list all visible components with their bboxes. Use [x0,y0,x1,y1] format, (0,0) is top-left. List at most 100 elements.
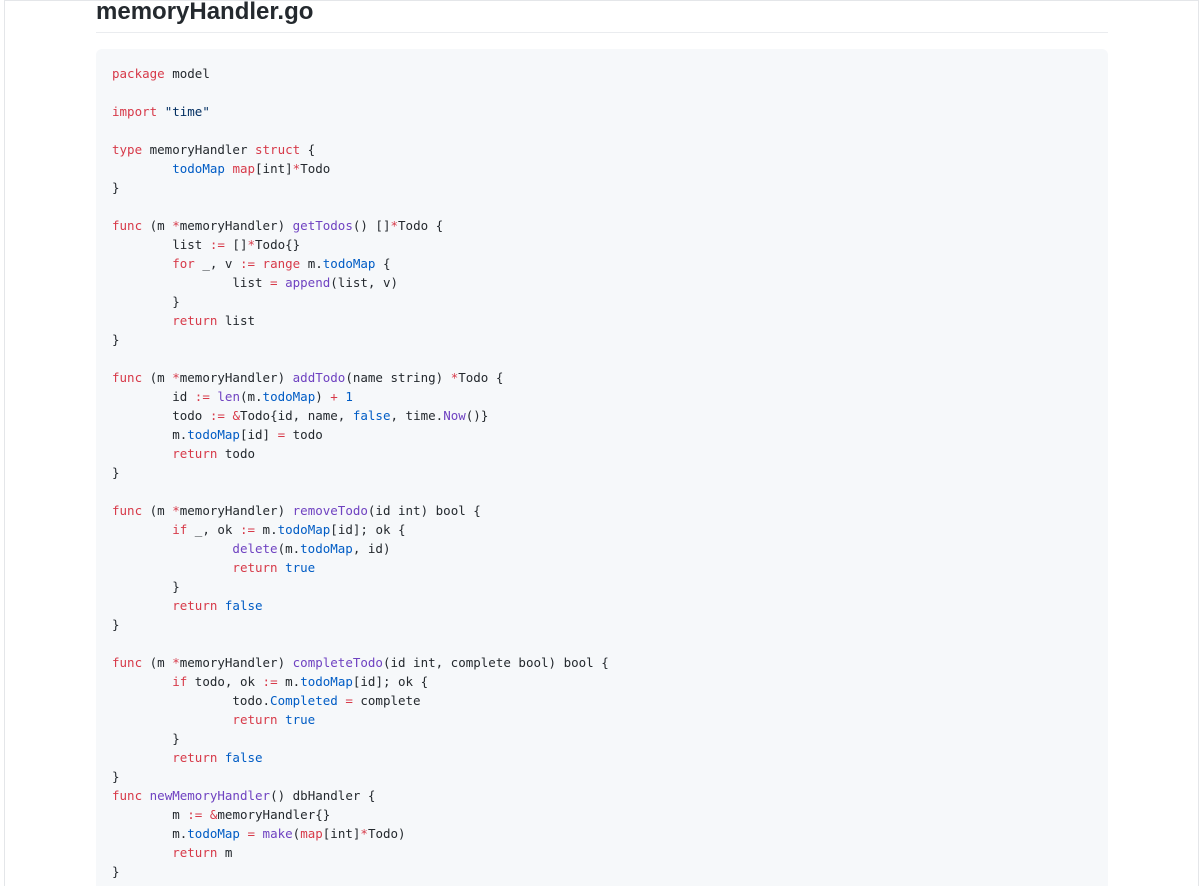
code-text: todo [217,446,256,461]
code-line: id := len(m.todoMap) + 1 [112,387,609,406]
code-constant: false [224,750,263,765]
code-text: m. [255,522,278,537]
code-text: m [112,807,188,822]
code-line: func (m *memoryHandler) addTodo(name str… [112,368,609,387]
code-line: for _, v := range m.todoMap { [112,254,609,273]
code-text: } [112,332,120,347]
code-function-name: getTodos [292,218,353,233]
code-function-name: make [262,826,293,841]
code-line: m.todoMap[id] = todo [112,425,609,444]
code-text: memoryHandler) [179,655,293,670]
code-keyword: func [112,370,143,385]
code-text: Todo) [367,826,406,841]
code-keyword: * [172,370,180,385]
code-text: , time. [390,408,444,423]
code-keyword: func [112,218,143,233]
code-text: (m [142,503,173,518]
code-constant: todoMap [277,522,331,537]
code-keyword: map [232,161,256,176]
code-text: memoryHandler) [179,370,293,385]
code-text: } [112,579,180,594]
code-keyword: := [262,674,278,689]
code-line: package model [112,64,609,83]
code-line: } [112,463,609,482]
code-keyword: := [209,408,225,423]
code-text: Todo { [398,218,444,233]
code-keyword: import [112,104,158,119]
code-line: return m [112,843,609,862]
code-keyword: := [187,807,203,822]
code-text: Todo{id, name, [239,408,353,423]
code-text: [id] [239,427,278,442]
code-line: return true [112,710,609,729]
code-text: } [112,180,120,195]
code-keyword: return [172,313,218,328]
code-text: () dbHandler { [270,788,376,803]
code-text: complete [352,693,421,708]
code-keyword: * [172,655,180,670]
code-text: Todo { [458,370,504,385]
code-keyword: struct [255,142,301,157]
code-line: func (m *memoryHandler) completeTodo(id … [112,653,609,672]
code-text: (id int) bool { [367,503,481,518]
code-line: } [112,729,609,748]
code-text: m [217,845,233,860]
code-text: (id int, complete bool) bool { [382,655,609,670]
code-text: [id]; ok { [352,674,429,689]
code-text: todo [112,408,210,423]
code-text: [id]; ok { [330,522,406,537]
code-keyword: return [172,845,218,860]
code-keyword: func [112,788,143,803]
code-text: } [112,294,180,309]
code-keyword: if [172,522,188,537]
code-keyword: + [330,389,338,404]
code-text: m. [300,256,323,271]
file-title: memoryHandler.go [96,0,314,25]
code-text: m. [277,674,301,689]
code-text: [int] [322,826,361,841]
code-function-name: addTodo [292,370,346,385]
code-text: todo. [112,693,271,708]
code-keyword: return [232,712,278,727]
code-text: , id) [352,541,391,556]
code-line: m.todoMap = make(map[int]*Todo) [112,824,609,843]
code-function-name: completeTodo [292,655,383,670]
code-keyword: * [172,503,180,518]
code-text: } [112,731,180,746]
code-line: } [112,862,609,881]
code-keyword: type [112,142,143,157]
code-line: todoMap map[int]*Todo [112,159,609,178]
page-left-border [4,0,5,886]
code-block[interactable]: package model import "time" type memoryH… [96,49,1108,886]
code-keyword: if [172,674,188,689]
code-constant: todoMap [300,541,353,556]
code-line: todo := &Todo{id, name, false, time.Now(… [112,406,609,425]
code-line: } [112,615,609,634]
code-text: Todo [300,161,331,176]
code-line: return todo [112,444,609,463]
page-right-border [1198,0,1199,886]
code-text: model [164,66,210,81]
code-text: todo, ok [187,674,263,689]
code-text: list [217,313,256,328]
code-constant: true [285,712,316,727]
code-keyword: * [390,218,399,233]
code-constant: todoMap [187,826,240,841]
code-keyword: := [209,237,225,252]
code-text: (m. [239,389,263,404]
code-line: } [112,178,609,197]
code-line: delete(m.todoMap, id) [112,539,609,558]
